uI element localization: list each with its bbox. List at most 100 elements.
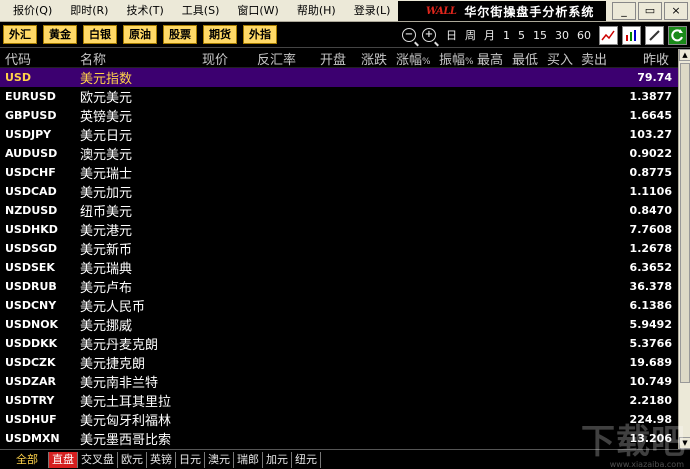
- menu-window[interactable]: 窗口(W): [228, 1, 287, 21]
- app-brand: WALL 华尔街操盘手分析系统: [398, 1, 606, 21]
- row-name: 纽币美元: [80, 205, 133, 220]
- category-futures-button[interactable]: 期货: [203, 25, 237, 44]
- brand-logo: WALL: [426, 5, 457, 17]
- row-code: USDZAR: [5, 375, 56, 388]
- row-yesterday-close: 1.2678: [629, 242, 672, 255]
- bar-chart-icon[interactable]: [622, 25, 641, 45]
- toolbar-right: − + 日 周 月 1 5 15 30 60: [402, 25, 687, 45]
- table-row[interactable]: AUDUSD 澳元美元 0.9022: [0, 144, 678, 163]
- row-code: USDTRY: [5, 394, 55, 407]
- zoom-in-icon[interactable]: +: [422, 28, 436, 42]
- table-row[interactable]: USDCAD 美元加元 1.1106: [0, 182, 678, 201]
- table-row[interactable]: USDSEK 美元瑞典 6.3652: [0, 258, 678, 277]
- row-code: USDHKD: [5, 223, 58, 236]
- table-row[interactable]: USDCHF 美元瑞士 0.8775: [0, 163, 678, 182]
- col-yest-header[interactable]: 昨收: [643, 49, 669, 68]
- toolbar: 外汇 黄金 白银 原油 股票 期货 外指 − + 日 周 月 1 5 15 30…: [0, 22, 690, 48]
- row-name: 美元墨西哥比索: [80, 433, 172, 448]
- row-yesterday-close: 10.749: [629, 375, 672, 388]
- tab-direct[interactable]: 直盘: [49, 451, 78, 468]
- table-row[interactable]: USDZAR 美元南非兰特 10.749: [0, 372, 678, 391]
- row-code: USDMXN: [5, 432, 60, 445]
- zoom-out-icon[interactable]: −: [402, 28, 416, 42]
- period-5min[interactable]: 5: [518, 29, 525, 42]
- period-30min[interactable]: 30: [555, 29, 569, 42]
- table-row[interactable]: USDTRY 美元土耳其里拉 2.2180: [0, 391, 678, 410]
- table-row[interactable]: USDRUB 美元卢布 36.378: [0, 277, 678, 296]
- refresh-icon[interactable]: [668, 25, 687, 45]
- tab-all[interactable]: 全部: [0, 451, 49, 468]
- menu-quote[interactable]: 报价(Q): [0, 1, 61, 21]
- period-day[interactable]: 日: [446, 27, 457, 43]
- row-yesterday-close: 1.6645: [629, 109, 672, 122]
- table-row[interactable]: USDHKD 美元港元 7.7608: [0, 220, 678, 239]
- tab-nzd[interactable]: 纽元: [292, 451, 321, 468]
- table-row[interactable]: USDSGD 美元新币 1.2678: [0, 239, 678, 258]
- menu-tools[interactable]: 工具(S): [173, 1, 229, 21]
- table-row[interactable]: EURUSD 欧元美元 1.3877: [0, 87, 678, 106]
- category-oil-button[interactable]: 原油: [123, 25, 157, 44]
- row-name: 美元匈牙利福林: [80, 414, 172, 429]
- period-15min[interactable]: 15: [533, 29, 547, 42]
- minimize-button[interactable]: _: [612, 2, 636, 20]
- table-row[interactable]: USDHUF 美元匈牙利福林 224.98: [0, 410, 678, 429]
- menu-realtime[interactable]: 即时(R): [61, 1, 117, 21]
- row-name: 美元人民币: [80, 300, 146, 315]
- tab-aud[interactable]: 澳元: [205, 451, 234, 468]
- row-code: USDCZK: [5, 356, 56, 369]
- col-amp-header[interactable]: 振幅%: [439, 49, 474, 68]
- category-forex-button[interactable]: 外汇: [3, 25, 37, 44]
- table-row[interactable]: USDNOK 美元挪威 5.9492: [0, 315, 678, 334]
- table-row[interactable]: GBPUSD 英镑美元 1.6645: [0, 106, 678, 125]
- menu-login[interactable]: 登录(L): [345, 1, 400, 21]
- category-gold-button[interactable]: 黄金: [43, 25, 77, 44]
- table-row[interactable]: USDJPY 美元日元 103.27: [0, 125, 678, 144]
- period-month[interactable]: 月: [484, 27, 495, 43]
- pencil-icon[interactable]: [645, 25, 664, 45]
- row-name: 美元指数: [80, 72, 133, 87]
- category-silver-button[interactable]: 白银: [83, 25, 117, 44]
- row-yesterday-close: 5.3766: [629, 337, 672, 350]
- scroll-thumb[interactable]: [680, 63, 690, 383]
- period-1min[interactable]: 1: [503, 29, 510, 42]
- menu-technical[interactable]: 技术(T): [117, 1, 172, 21]
- line-chart-icon[interactable]: [599, 25, 618, 45]
- col-code-header[interactable]: 代码: [5, 49, 31, 68]
- col-sell-header[interactable]: 卖出: [581, 49, 607, 68]
- table-row[interactable]: USDCZK 美元捷克朗 19.689: [0, 353, 678, 372]
- close-button[interactable]: ×: [664, 2, 688, 20]
- menu-help[interactable]: 帮助(H): [288, 1, 345, 21]
- tab-cad[interactable]: 加元: [263, 451, 292, 468]
- col-fhl-header[interactable]: 反汇率: [257, 49, 296, 68]
- scroll-up-icon[interactable]: ▲: [679, 49, 690, 61]
- category-index-button[interactable]: 外指: [243, 25, 277, 44]
- row-code: USDSGD: [5, 242, 58, 255]
- row-name: 美元挪威: [80, 319, 133, 334]
- table-row[interactable]: USDMXN 美元墨西哥比索 13.206: [0, 429, 678, 448]
- vertical-scrollbar[interactable]: ▲ ▼: [678, 49, 690, 449]
- col-chgp-header[interactable]: 涨幅%: [396, 49, 431, 68]
- tab-eur[interactable]: 欧元: [118, 451, 147, 468]
- col-high-header[interactable]: 最高: [477, 49, 503, 68]
- restore-button[interactable]: ▭: [638, 2, 662, 20]
- category-stock-button[interactable]: 股票: [163, 25, 197, 44]
- table-row[interactable]: NZDUSD 纽币美元 0.8470: [0, 201, 678, 220]
- col-now-header[interactable]: 现价: [202, 49, 228, 68]
- col-buy-header[interactable]: 买入: [547, 49, 573, 68]
- table-row[interactable]: USD 美元指数 79.74: [0, 68, 678, 87]
- col-open-header[interactable]: 开盘: [320, 49, 346, 68]
- col-chg-header[interactable]: 涨跌: [361, 49, 387, 68]
- col-low-header[interactable]: 最低: [512, 49, 538, 68]
- period-60min[interactable]: 60: [577, 29, 591, 42]
- col-name-header[interactable]: 名称: [80, 49, 106, 68]
- tab-chf[interactable]: 瑞郎: [234, 451, 263, 468]
- row-name: 美元加元: [80, 186, 133, 201]
- table-row[interactable]: USDCNY 美元人民币 6.1386: [0, 296, 678, 315]
- period-week[interactable]: 周: [465, 27, 476, 43]
- tab-cross[interactable]: 交叉盘: [78, 451, 118, 468]
- col-amp-pct: %: [465, 56, 474, 67]
- tab-jpy[interactable]: 日元: [176, 451, 205, 468]
- tab-gbp[interactable]: 英镑: [147, 451, 176, 468]
- table-row[interactable]: USDDKK 美元丹麦克朗 5.3766: [0, 334, 678, 353]
- row-code: USDCHF: [5, 166, 56, 179]
